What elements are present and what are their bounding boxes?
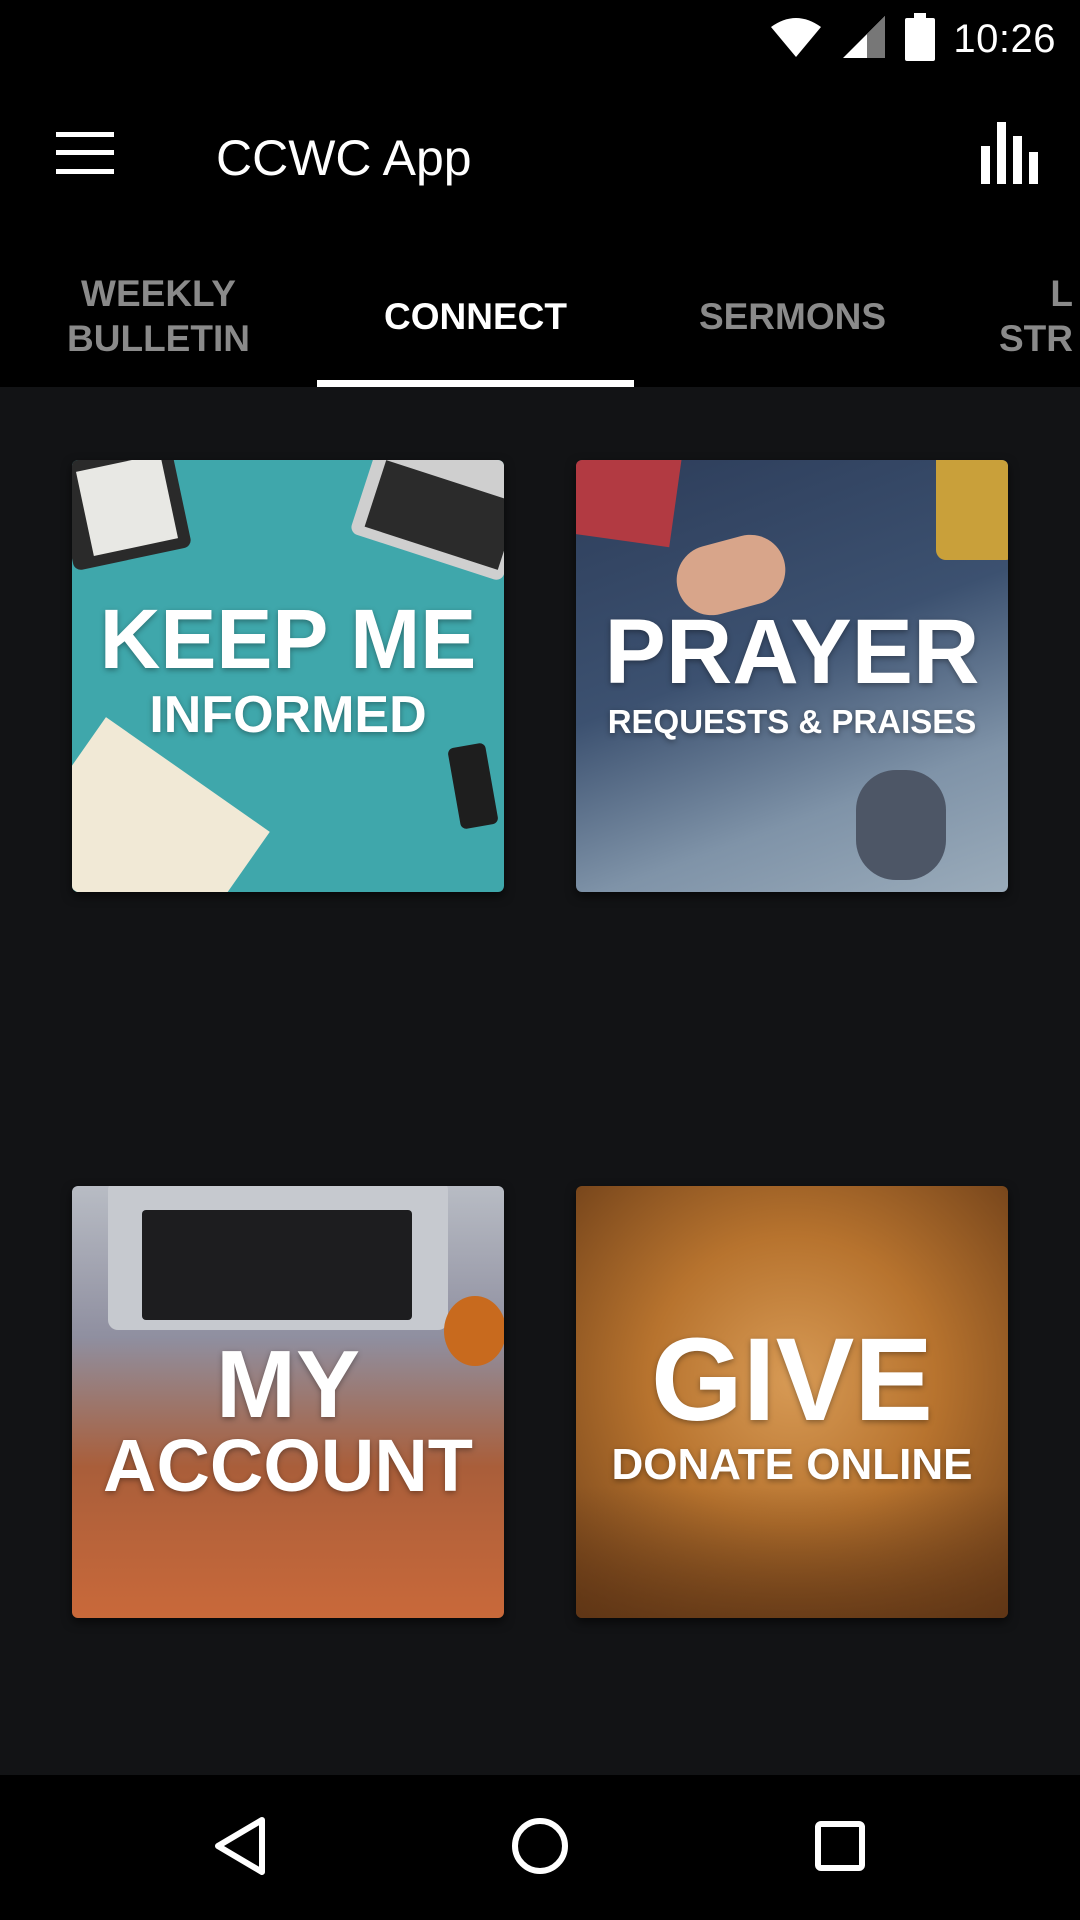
tile-prayer-requests[interactable]: PRAYER REQUESTS & PRAISES [576,460,1008,892]
tab-indicator [317,380,634,387]
tile-keep-subtitle: INFORMED [149,686,427,745]
status-icons: 10:26 [769,12,1056,66]
keyboard-image [142,1210,412,1320]
tile-prayer-title: PRAYER [604,600,980,703]
battery-icon [905,12,936,66]
tile-account-title: MY [216,1331,360,1439]
recents-icon [814,1820,866,1877]
tab-weekly-bulletin-line1: WEEKLY [81,273,236,314]
tile-give-subtitle: DONATE ONLINE [611,1439,973,1489]
tile-prayer-subtitle: REQUESTS & PRAISES [607,702,977,740]
app-title: CCWC App [216,130,472,186]
back-icon [212,1815,268,1882]
plaid-sleeve-image [576,460,682,548]
tab-weekly-bulletin[interactable]: WEEKLY BULLETIN [0,245,317,387]
tab-live-stream[interactable]: L STR [951,245,1080,387]
tab-live-stream-line1: L [1050,273,1073,314]
bar-chart-icon [981,121,1039,189]
tab-connect-label: CONNECT [384,295,567,337]
tile-keep-title: KEEP ME [99,592,477,687]
tile-give[interactable]: GIVE DONATE ONLINE [576,1186,1008,1618]
back-button[interactable] [190,1803,290,1893]
tile-my-account[interactable]: MY ACCOUNT [72,1186,504,1618]
status-bar: 10:26 [0,0,1080,75]
phone-image [447,742,499,830]
tab-live-stream-line2: STR [999,318,1073,359]
tab-sermons[interactable]: SERMONS [634,245,951,387]
menu-button[interactable] [40,115,130,195]
connect-content: KEEP ME INFORMED PRAYER REQUESTS & PRAIS… [0,387,1080,1775]
hamburger-menu-icon [56,131,114,179]
status-time: 10:26 [953,16,1056,61]
coffee-cup-image [444,1296,504,1366]
yellow-sleeve-image [936,460,1008,560]
tile-keep-me-informed[interactable]: KEEP ME INFORMED [72,460,504,892]
stats-button[interactable] [970,110,1050,200]
wheat-field-image [576,1486,1008,1618]
recents-button[interactable] [790,1803,890,1893]
tile-account-subtitle: ACCOUNT [103,1424,473,1508]
tab-sermons-label: SERMONS [698,295,887,337]
shoe-image [856,770,946,880]
wifi-icon [769,15,823,64]
home-icon [511,1817,569,1880]
tab-weekly-bulletin-line2: BULLETIN [67,318,250,359]
tab-bar: WEEKLY BULLETIN CONNECT SERMONS L STR [0,245,1080,387]
home-button[interactable] [490,1803,590,1893]
system-nav-bar [0,1775,1080,1920]
tab-connect[interactable]: CONNECT [317,245,634,387]
cell-signal-icon [841,14,887,65]
tile-give-title: GIVE [651,1313,933,1446]
app-bar: CCWC App [0,75,1080,245]
